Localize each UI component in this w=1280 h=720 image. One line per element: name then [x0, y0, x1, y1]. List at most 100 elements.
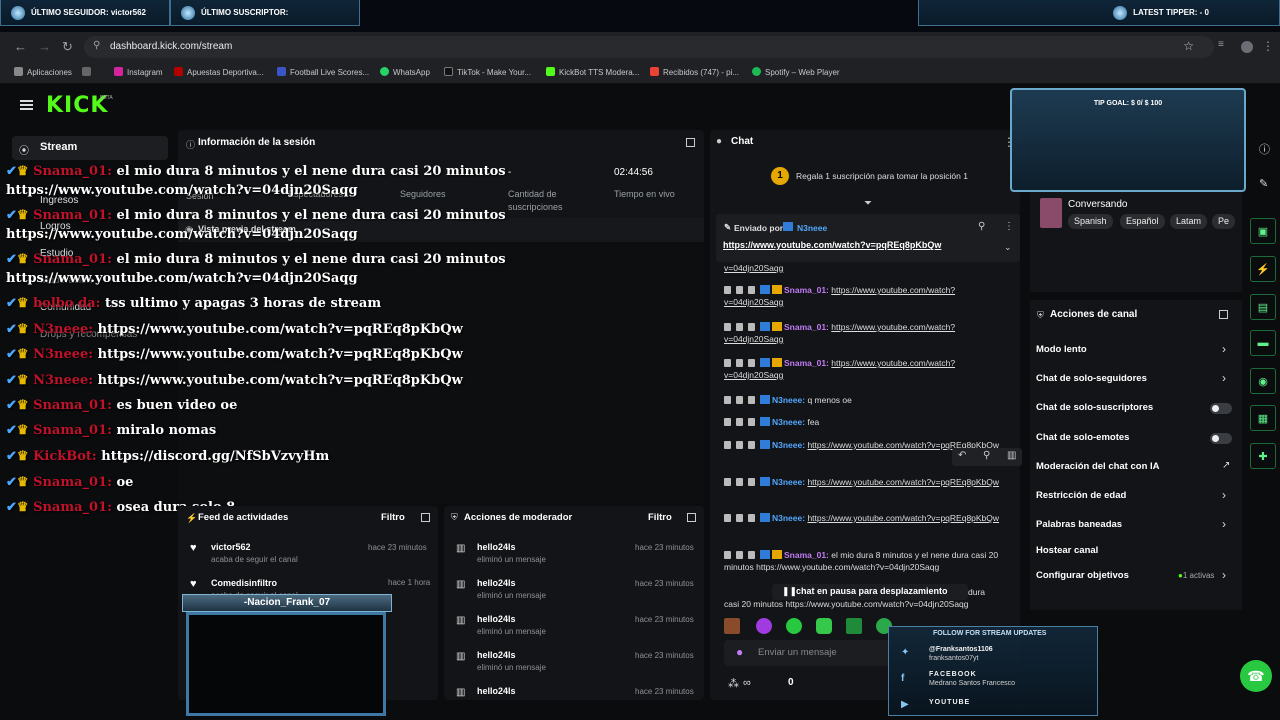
channel-action-item[interactable]: Configurar objetivos — [1036, 570, 1129, 581]
chat-username[interactable]: N3neee: — [772, 440, 805, 450]
emote-icon[interactable] — [786, 618, 802, 634]
timeout-icon[interactable] — [736, 286, 743, 294]
pin-icon[interactable]: ⚲ — [983, 450, 990, 461]
ban-icon[interactable] — [748, 418, 755, 426]
chat-username[interactable]: N3neee: — [772, 477, 805, 487]
expand-icon[interactable] — [687, 513, 696, 522]
timeout-icon[interactable] — [736, 418, 743, 426]
trash-icon[interactable] — [724, 418, 731, 426]
chat-icon[interactable]: ▬ — [1250, 330, 1276, 356]
timeout-icon[interactable] — [736, 551, 743, 559]
tag-espanol[interactable]: Español — [1120, 214, 1165, 229]
chat-link[interactable]: https://www.youtube.com/watch?v=pqREq8pK… — [807, 513, 999, 523]
site-info-icon[interactable]: ⚲ — [93, 40, 100, 51]
timeout-icon[interactable] — [736, 514, 743, 522]
layout-icon[interactable]: ▦ — [1250, 405, 1276, 431]
timeout-icon[interactable] — [736, 323, 743, 331]
trash-icon[interactable] — [724, 478, 731, 486]
chat-link[interactable]: https://www.youtube.com/watch?v=04djn20S… — [724, 322, 955, 344]
mod-user[interactable]: hello24ls — [477, 686, 516, 696]
pinned-menu-icon[interactable]: ⋮ — [1004, 221, 1014, 232]
bookmark-instagram[interactable]: Instagram — [114, 67, 163, 77]
gift-sub-text[interactable]: Regala 1 suscripción para tomar la posic… — [796, 171, 968, 181]
document-icon[interactable]: ▤ — [1250, 294, 1276, 320]
tag-spanish[interactable]: Spanish — [1068, 214, 1113, 229]
edit-icon[interactable]: ✎ — [1259, 177, 1268, 190]
channel-action-item[interactable]: Hostear canal — [1036, 545, 1098, 556]
chat-username[interactable]: Snama_01: — [784, 322, 829, 332]
chat-link[interactable]: https://www.youtube.com/watch?v=04djn20S… — [724, 358, 955, 380]
channel-action-item[interactable]: Chat de solo-emotes — [1036, 432, 1129, 443]
bookmark-kickbot[interactable]: KickBot TTS Modera... — [546, 67, 639, 77]
extensions-icon[interactable]: ≡ — [1218, 39, 1224, 50]
channel-action-item[interactable]: Palabras baneadas — [1036, 519, 1122, 530]
trash-icon[interactable] — [724, 514, 731, 522]
mod-user[interactable]: hello24ls — [477, 614, 546, 624]
chevron-down-icon[interactable]: ⏷ — [864, 198, 872, 209]
trash-icon[interactable] — [724, 359, 731, 367]
ban-icon[interactable] — [748, 551, 755, 559]
chat-link[interactable]: https://www.youtube.com/watch?v=04djn20S… — [724, 285, 955, 307]
forward-icon[interactable]: → — [38, 39, 51, 54]
tag-latam[interactable]: Latam — [1170, 214, 1208, 229]
chat-paused-banner[interactable]: ❚❚ chat en pausa para desplazamiento — [772, 584, 968, 600]
trash-icon[interactable]: ▥ — [1007, 450, 1016, 461]
external-link-icon[interactable]: ↗ — [1222, 460, 1230, 471]
address-bar[interactable]: ⚲ dashboard.kick.com/stream ☆ — [84, 36, 1214, 58]
channel-action-item[interactable]: Chat de solo-suscriptores — [1036, 402, 1153, 413]
trash-icon[interactable] — [724, 396, 731, 404]
tag-pe[interactable]: Pe — [1212, 214, 1236, 229]
menu-icon[interactable]: ⋮ — [1262, 39, 1274, 53]
bookmark-football[interactable]: Football Live Scores... — [277, 67, 369, 77]
bookmark-apuestas[interactable]: Apuestas Deportiva... — [174, 67, 263, 77]
reload-icon[interactable]: ↻ — [62, 39, 73, 55]
channel-action-item[interactable]: Chat de solo-seguidores — [1036, 373, 1147, 384]
chevron-right-icon[interactable]: › — [1222, 517, 1226, 531]
chat-username[interactable]: N3neee: — [772, 395, 805, 405]
url-text[interactable]: dashboard.kick.com/stream — [110, 41, 232, 52]
channel-action-item[interactable]: Modo lento — [1036, 344, 1087, 355]
chat-username[interactable]: Snama_01: — [784, 285, 829, 295]
emote-icon[interactable] — [846, 618, 862, 634]
settings-dots-icon[interactable]: ⁂ — [728, 677, 739, 690]
lightning-icon[interactable]: ⚡ — [1250, 256, 1276, 282]
category-name[interactable]: Conversando — [1068, 199, 1127, 210]
activity-user[interactable]: Comedisinfiltro — [211, 578, 298, 588]
pinned-user[interactable]: N3neee — [797, 223, 827, 233]
chat-username[interactable]: N3neee: — [772, 513, 805, 523]
pinned-link[interactable]: https://www.youtube.com/watch?v=pqREq8pK… — [723, 240, 941, 250]
reply-icon[interactable]: ↶ — [958, 450, 966, 461]
chat-username[interactable]: Snama_01: — [784, 550, 829, 560]
ban-icon[interactable] — [748, 514, 755, 522]
chat-input[interactable]: ● Enviar un mensaje — [724, 640, 894, 666]
emote-icon[interactable] — [756, 618, 772, 634]
ban-icon[interactable] — [748, 478, 755, 486]
ban-icon[interactable] — [748, 359, 755, 367]
expand-icon[interactable] — [1219, 310, 1228, 319]
ban-icon[interactable] — [748, 286, 755, 294]
toggle-switch[interactable] — [1210, 433, 1232, 444]
trash-icon[interactable] — [724, 551, 731, 559]
broadcast-icon[interactable]: ◉ — [1250, 368, 1276, 394]
bookmark-whatsapp[interactable]: WhatsApp — [380, 67, 430, 77]
emote-icon[interactable] — [816, 618, 832, 634]
toggle-switch[interactable] — [1210, 403, 1232, 414]
timeout-icon[interactable] — [736, 396, 743, 404]
bookmark-apps[interactable]: Aplicaciones — [14, 67, 72, 77]
back-icon[interactable]: ← — [14, 39, 27, 54]
chevron-right-icon[interactable]: › — [1222, 342, 1226, 356]
bookmark-gmail[interactable]: Recibidos (747) - pi... — [650, 67, 739, 77]
info-icon[interactable]: ⓘ — [1259, 141, 1270, 157]
chat-username[interactable]: Snama_01: — [784, 358, 829, 368]
mod-user[interactable]: hello24ls — [477, 542, 546, 552]
chevron-right-icon[interactable]: › — [1222, 568, 1226, 582]
chat-link[interactable]: https://www.youtube.com/watch?v=pqREq8pK… — [807, 477, 999, 487]
activity-user[interactable]: victor562 — [211, 542, 298, 552]
chevron-right-icon[interactable]: › — [1222, 371, 1226, 385]
bookmark-tiktok[interactable]: TikTok - Make Your... — [444, 67, 531, 77]
profile-avatar[interactable] — [1241, 41, 1253, 53]
emote-icon[interactable] — [724, 618, 740, 634]
ban-icon[interactable] — [748, 441, 755, 449]
pin-icon[interactable]: ⚲ — [978, 221, 985, 232]
chat-username[interactable]: N3neee: — [772, 417, 805, 427]
